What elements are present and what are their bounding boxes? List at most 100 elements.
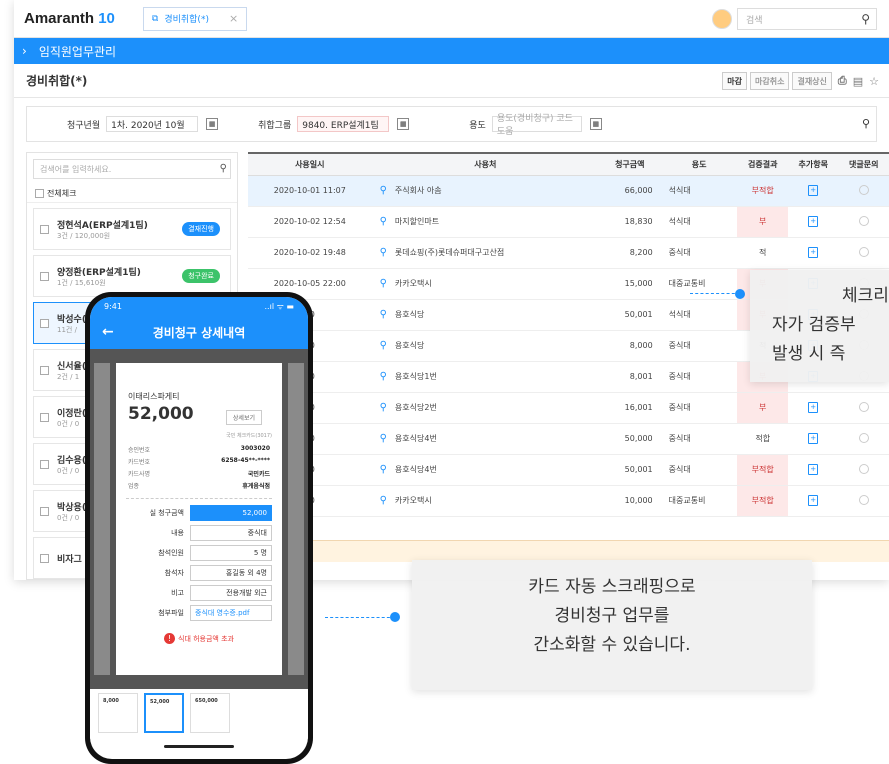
info-row: 승인번호 3003020: [128, 445, 270, 454]
period-field[interactable]: 1차. 2020년 10월: [106, 116, 199, 132]
prev-card[interactable]: [94, 363, 110, 675]
star-icon[interactable]: ☆: [869, 75, 879, 88]
filter-bar: 청구년월 1차. 2020년 10월 ▦ 취합그룹 9840. ERP설계1팀 …: [26, 106, 877, 142]
close-icon[interactable]: ×: [229, 12, 238, 25]
info-key: 카드사명: [128, 471, 151, 478]
checkbox[interactable]: [40, 318, 49, 328]
breadcrumb: › 임직원업무관리: [14, 38, 889, 64]
search-icon[interactable]: ⚲: [862, 117, 870, 130]
avatar[interactable]: [712, 9, 732, 29]
column-header[interactable]: 용도: [660, 152, 738, 176]
document-icon[interactable]: +: [808, 247, 819, 258]
comment-icon[interactable]: [858, 246, 869, 257]
document-icon[interactable]: +: [808, 185, 819, 196]
checkbox[interactable]: [40, 553, 49, 563]
column-header[interactable]: 검증결과: [737, 152, 788, 176]
employee-summary: 2건 / 1: [57, 372, 80, 381]
document-icon[interactable]: +: [808, 495, 819, 506]
table-row[interactable]: 00⚲용호식당4번50,001중식대부적합+: [248, 454, 889, 486]
field-value[interactable]: 중식대: [190, 525, 272, 541]
field-value[interactable]: 홍길동 외 4명: [190, 565, 272, 581]
list-item[interactable]: 양정환(ERP설계1팀) 1건 / 15,610원 청구완료: [33, 255, 231, 297]
cancel-close-button[interactable]: 마감취소: [750, 72, 790, 90]
close-period-button[interactable]: 마감: [722, 72, 747, 90]
table-row[interactable]: 00⚲용호식당2번16,001중식대부+: [248, 392, 889, 424]
next-card[interactable]: [288, 363, 304, 675]
receipt-thumbnail[interactable]: 52,000: [144, 693, 184, 733]
comment-icon[interactable]: [858, 463, 869, 474]
checkbox[interactable]: [40, 412, 49, 422]
employee-name: 이정란(: [57, 408, 86, 419]
field-label: 실 청구금액: [149, 509, 184, 517]
search-input[interactable]: 검색 ⚲: [737, 8, 877, 30]
back-arrow-icon[interactable]: ←: [102, 324, 114, 340]
checkbox[interactable]: [40, 365, 49, 375]
field-value[interactable]: 52,000: [190, 505, 272, 521]
comment-icon[interactable]: [858, 184, 869, 195]
employee-search-input[interactable]: 검색어를 입력하세요. ⚲: [33, 159, 231, 179]
list-item[interactable]: 정현석A(ERP설계1팀) 3건 / 120,000원 결재진행: [33, 208, 231, 250]
column-header[interactable]: 사용일시: [248, 152, 372, 176]
callout-check: 체크리 자가 검증부 발생 시 즉: [750, 270, 889, 382]
checkbox[interactable]: [40, 459, 49, 469]
table-row[interactable]: 00⚲용호식당4번50,000중식대적합+: [248, 423, 889, 455]
place-name: 용호식당1번: [394, 372, 437, 381]
shop-name: 이태리스파게티: [128, 392, 180, 401]
receipt-thumbnail[interactable]: 8,000: [98, 693, 138, 733]
tab-expense[interactable]: ⧉ 경비취합(*) ×: [142, 6, 248, 31]
location-pin-icon: ⚲: [379, 247, 387, 258]
attachment-cell: +: [787, 206, 839, 238]
amount-cell: 8,000: [598, 330, 661, 362]
attachment-cell: +: [787, 485, 839, 517]
receipt-thumbnail[interactable]: 650,000: [190, 693, 230, 733]
submit-approval-button[interactable]: 결재상신: [792, 72, 832, 90]
field-value[interactable]: 5 명: [190, 545, 272, 561]
group-field[interactable]: 9840. ERP설계1팀: [297, 116, 390, 132]
print-icon[interactable]: ⎙: [838, 74, 847, 88]
logo[interactable]: Amaranth 10: [24, 10, 115, 27]
detail-button[interactable]: 상세보기: [225, 410, 262, 425]
check-all[interactable]: 전체체크: [27, 185, 237, 203]
checkbox[interactable]: [40, 506, 49, 516]
table-row[interactable]: 2020-10-02 19:48 ⚲ 롯데쇼핑(주)롯데슈퍼대구고산점 8,200 중식…: [248, 237, 889, 269]
employee-info: 김수용(0건 / 0: [49, 453, 86, 476]
usage-field[interactable]: 용도(경비청구) 코드도움: [491, 114, 582, 137]
search-icon[interactable]: ⚲: [861, 12, 870, 26]
document-icon[interactable]: +: [808, 216, 819, 227]
comment-icon[interactable]: [858, 215, 869, 226]
document-icon[interactable]: +: [808, 402, 819, 413]
comment-icon[interactable]: [858, 432, 869, 443]
search-icon[interactable]: ⚲: [220, 163, 227, 174]
delete-icon[interactable]: ▤: [853, 75, 863, 88]
comment-icon[interactable]: [858, 494, 869, 505]
table-row[interactable]: 2020-10-01 11:07 ⚲ 주식회사 아솜 66,000 석식대 부적합 +: [248, 175, 889, 207]
comment-icon[interactable]: [858, 401, 869, 412]
lookup-icon[interactable]: ▦: [397, 118, 410, 130]
document-icon[interactable]: +: [808, 433, 819, 444]
location-pin-icon: ⚲: [379, 433, 387, 444]
calendar-icon[interactable]: ▦: [206, 118, 219, 130]
column-header[interactable]: 청구금액: [598, 152, 661, 176]
column-header[interactable]: 사용처: [371, 152, 599, 176]
attachment-cell: +: [787, 454, 839, 486]
lookup-icon[interactable]: ▦: [589, 118, 602, 130]
column-header[interactable]: 추가항목: [787, 152, 839, 176]
callout-line: 카드 자동 스크래핑으로: [528, 577, 696, 597]
field-value[interactable]: 전용개발 외근: [190, 585, 272, 601]
table-row[interactable]: 2020-10-02 12:54 ⚲ 마지할인마트 18,830 석식대 부 +: [248, 206, 889, 238]
chevron-right-icon[interactable]: ›: [22, 44, 27, 58]
phone-title: 경비청구 상세내역: [152, 325, 246, 340]
checkbox[interactable]: [40, 271, 49, 281]
result-cell: 부적합: [737, 485, 788, 517]
result-cell: 부: [737, 392, 788, 424]
field-value[interactable]: 중식대 영수증.pdf: [190, 605, 272, 621]
document-icon[interactable]: +: [808, 464, 819, 475]
date-cell: 2020-10-01 11:07: [248, 175, 372, 207]
place-name: 카카오택시: [394, 496, 432, 505]
table-row[interactable]: 00⚲카카오택시10,000대중교통비부적합+: [248, 485, 889, 517]
checkbox[interactable]: [35, 189, 44, 198]
checkbox[interactable]: [40, 224, 49, 234]
claim-field: 비고 전용개발 외근: [126, 585, 272, 601]
status-badge: 결재진행: [182, 222, 220, 236]
column-header[interactable]: 댓글문의: [838, 152, 889, 176]
